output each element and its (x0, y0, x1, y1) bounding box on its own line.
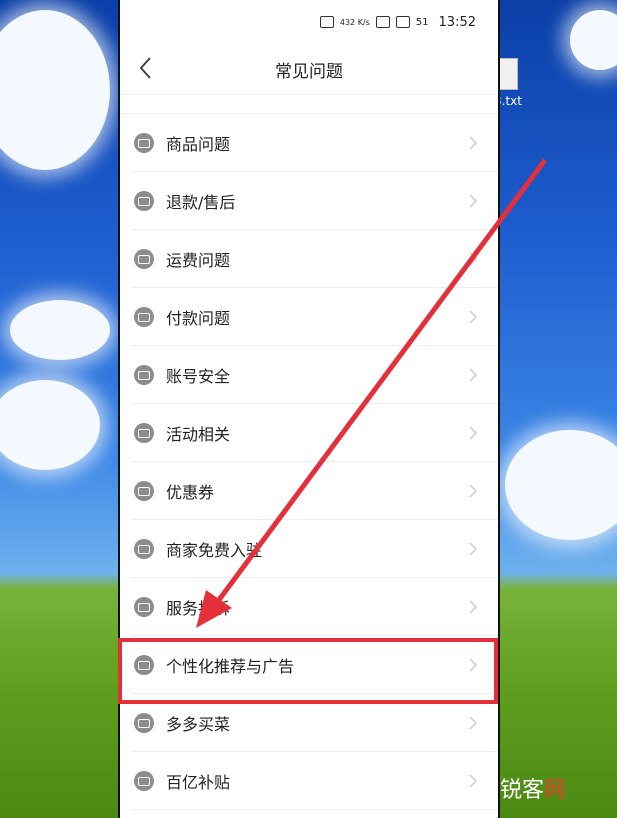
watermark-text: 锐客 (500, 778, 545, 803)
chevron-right-icon (468, 483, 484, 499)
faq-item[interactable]: 商品问题 (120, 114, 498, 172)
cloud (10, 300, 110, 360)
faq-item-label: 多多买菜 (166, 715, 231, 734)
faq-item[interactable]: 活动相关 (120, 404, 498, 462)
page-title: 常见问题 (275, 61, 343, 82)
signal-icon (319, 16, 334, 28)
faq-item[interactable]: 账号安全 (120, 346, 498, 404)
phone-screen: 432 K/s 51 13:52 常见问题 商品问题 退款/售后 运费问题 付款… (118, 0, 500, 818)
chevron-right-icon (468, 599, 484, 615)
user-icon (134, 655, 154, 675)
faq-item[interactable]: 多多买菜 (120, 694, 498, 752)
faq-item-label: 商家免费入驻 (166, 541, 263, 560)
chevron-right-icon (468, 715, 484, 731)
faq-item[interactable]: 退款/售后 (120, 172, 498, 230)
watermark: 锐客网 (500, 772, 566, 804)
faq-item-label: 付款问题 (166, 309, 231, 328)
wallet-icon (134, 307, 154, 327)
alarm-icon (375, 16, 390, 28)
faq-item-label: 账号安全 (166, 367, 231, 386)
chevron-right-icon (468, 773, 484, 789)
faq-item[interactable]: 付款问题 (120, 288, 498, 346)
box-icon (134, 133, 154, 153)
faq-item-label: 个性化推荐与广告 (166, 657, 295, 676)
leaf-icon (134, 713, 154, 733)
faq-item[interactable]: 服务投诉 (120, 578, 498, 636)
chevron-right-icon (468, 425, 484, 441)
shield-icon (134, 365, 154, 385)
back-icon (139, 57, 151, 79)
list-item (120, 95, 498, 114)
cloud (0, 10, 110, 170)
faq-item[interactable]: 商家免费入驻 (120, 520, 498, 578)
coupon-icon (134, 481, 154, 501)
battery-icon (395, 16, 410, 28)
gift-icon (134, 771, 154, 791)
battery-level: 51 (415, 16, 429, 28)
chevron-right-icon (468, 193, 484, 209)
faq-item-label: 运费问题 (166, 251, 231, 270)
cloud (0, 380, 100, 470)
faq-item[interactable]: 运费问题 (120, 230, 498, 288)
chevron-right-icon (468, 541, 484, 557)
watermark-accent: 网 (544, 778, 567, 803)
faq-item[interactable]: 优惠券 (120, 462, 498, 520)
faq-item-label: 退款/售后 (166, 193, 236, 212)
faq-item-label: 商品问题 (166, 135, 231, 154)
status-time: 13:52 (438, 14, 476, 30)
refund-icon (134, 191, 154, 211)
chevron-right-icon (468, 367, 484, 383)
faq-item-label: 百亿补贴 (166, 773, 231, 792)
status-bar: 432 K/s 51 13:52 (120, 0, 498, 44)
header: 常见问题 (120, 44, 498, 95)
calendar-icon (134, 423, 154, 443)
faq-item-label: 优惠券 (166, 483, 215, 502)
back-button[interactable] (132, 54, 160, 82)
faq-item-personalized-ads[interactable]: 个性化推荐与广告 (120, 636, 498, 694)
cloud (570, 10, 617, 70)
store-icon (134, 539, 154, 559)
truck-icon (134, 249, 154, 269)
chevron-right-icon (468, 135, 484, 151)
faq-item[interactable]: 百亿补贴 (120, 752, 498, 810)
chevron-right-icon (468, 657, 484, 673)
faq-list: 商品问题 退款/售后 运费问题 付款问题 账号安全 活动相关 优惠券 商家免费入… (120, 114, 498, 810)
faq-item-label: 服务投诉 (166, 599, 231, 618)
network-speed: 432 K/s (339, 17, 370, 27)
cloud (505, 430, 617, 540)
chat-icon (134, 597, 154, 617)
chevron-right-icon (468, 309, 484, 325)
faq-item-label: 活动相关 (166, 425, 231, 444)
chevron-right-icon (468, 251, 484, 267)
